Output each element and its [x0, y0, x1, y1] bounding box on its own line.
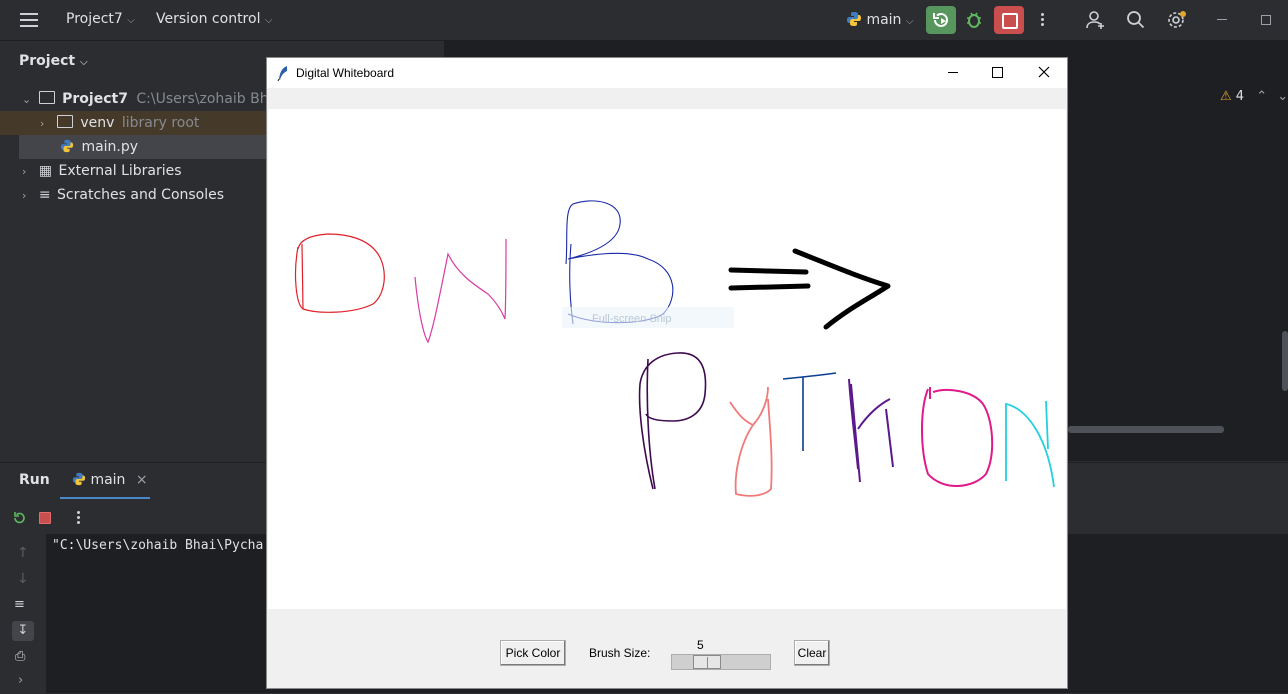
chevron-right-icon: ›	[22, 165, 27, 178]
hamburger-menu-icon[interactable]	[20, 12, 38, 28]
project-name: Project7	[66, 11, 123, 27]
stroke-pink-w	[414, 238, 507, 344]
horizontal-scrollbar[interactable]	[1068, 426, 1224, 433]
chevron-right-icon[interactable]: ›	[18, 673, 23, 688]
brush-size-label: Brush Size:	[589, 646, 651, 660]
chevron-down-icon: ⌄	[22, 93, 32, 106]
close-icon[interactable]	[1038, 66, 1050, 78]
snip-overlay-text: Full-screen Snip	[592, 313, 671, 325]
canvas-strokes: Full-screen Snip	[294, 200, 1055, 497]
stroke-magenta-o	[921, 387, 994, 487]
stop-icon	[1002, 13, 1018, 29]
debug-bug-icon[interactable]	[964, 10, 984, 30]
minimize-icon[interactable]	[948, 72, 958, 73]
arrow-down-icon[interactable]: ↓	[17, 571, 29, 587]
chevron-down-icon: ⌵	[79, 57, 88, 68]
scratches-icon: ≡	[38, 187, 51, 203]
more-vertical-icon[interactable]	[77, 511, 81, 525]
run-config-tab[interactable]: main ×	[60, 463, 150, 499]
chevron-down-icon: ⌵	[905, 16, 914, 27]
soft-wrap-icon[interactable]: ≡	[14, 597, 25, 612]
stroke-purple-p	[638, 352, 707, 490]
feather-icon	[277, 66, 287, 81]
vcs-menu[interactable]: Version control ⌵	[156, 11, 273, 27]
chevron-down-icon: ⌵	[127, 15, 135, 26]
scroll-end-icon[interactable]: ↧	[12, 621, 34, 641]
stop-button[interactable]	[994, 6, 1024, 34]
arrow-up-icon[interactable]: ↑	[17, 545, 29, 561]
vertical-scrollbar[interactable]	[1282, 331, 1288, 391]
brush-size-slider-thumb[interactable]	[693, 655, 721, 669]
stroke-red-o	[294, 233, 385, 313]
stroke-blue-t	[782, 372, 837, 451]
restore-icon[interactable]	[1261, 15, 1271, 25]
rerun-icon	[933, 12, 948, 27]
warning-indicator[interactable]: ⚠ 4 ⌃ ⌄	[1220, 89, 1288, 104]
library-icon: ▦	[38, 163, 53, 179]
close-icon[interactable]: ×	[136, 472, 148, 488]
python-icon	[72, 472, 86, 486]
folder-icon	[56, 115, 73, 128]
search-icon[interactable]	[1126, 10, 1146, 30]
clear-button[interactable]: Clear	[794, 640, 830, 666]
print-icon[interactable]: ⎙	[15, 649, 25, 664]
run-panel-title: Run	[19, 472, 50, 488]
chevron-down-icon: ⌵	[264, 15, 273, 26]
whiteboard-title-bar[interactable]: Digital Whiteboard	[267, 58, 1067, 88]
ide-toolbar: Project7 ⌵ Version control ⌵ main ⌵	[0, 0, 1288, 41]
chevron-right-icon: ›	[40, 117, 45, 130]
chevron-down-icon[interactable]: ⌄	[1277, 89, 1288, 104]
folder-icon	[38, 91, 55, 104]
whiteboard-title: Digital Whiteboard	[296, 66, 395, 80]
chevron-up-icon[interactable]: ⌃	[1256, 89, 1267, 104]
run-config-selector[interactable]: main ⌵	[846, 11, 913, 28]
pick-color-button[interactable]: Pick Color	[500, 640, 566, 666]
stroke-salmon-y	[729, 386, 773, 497]
brush-size-slider[interactable]	[671, 654, 771, 670]
more-vertical-icon[interactable]	[1040, 12, 1046, 28]
whiteboard-window: Digital Whiteboard Full-screen Snip Pick…	[267, 58, 1067, 688]
settings-gear-icon[interactable]	[1166, 9, 1188, 31]
venv-note: library root	[121, 115, 200, 131]
minimize-icon[interactable]	[1217, 19, 1227, 20]
console-line: "C:\Users\zohaib Bhai\Pycha	[52, 538, 264, 553]
main-file-name: main.py	[81, 139, 139, 155]
external-libraries-label: External Libraries	[58, 163, 182, 179]
stroke-black-arrow	[728, 248, 891, 330]
stroke-cyan-n	[1005, 400, 1055, 488]
rerun-icon[interactable]	[11, 510, 27, 526]
warning-count: 4	[1235, 89, 1245, 104]
project-panel-header[interactable]: Project ⌵	[19, 53, 88, 69]
stroke-violet-h	[848, 378, 894, 483]
python-icon	[847, 12, 861, 26]
drawing-canvas[interactable]: Full-screen Snip	[268, 109, 1066, 609]
add-user-icon[interactable]	[1086, 10, 1106, 30]
chevron-right-icon: ›	[22, 189, 27, 202]
scratches-label: Scratches and Consoles	[57, 187, 225, 203]
venv-folder-name: venv	[80, 115, 115, 131]
brush-size-value: 5	[697, 638, 704, 652]
stop-icon[interactable]	[39, 512, 51, 524]
vcs-label: Version control	[156, 11, 261, 27]
maximize-icon[interactable]	[992, 67, 1003, 78]
root-folder-name: Project7	[62, 91, 128, 107]
python-icon	[60, 139, 74, 153]
warning-icon: ⚠	[1220, 89, 1232, 104]
rerun-button[interactable]	[926, 6, 956, 34]
project-panel-title: Project	[19, 53, 76, 69]
run-config-tab-label: main	[90, 472, 126, 488]
stroke-navy-b	[565, 200, 674, 325]
project-switcher[interactable]: Project7 ⌵	[66, 11, 135, 27]
branch-label: main	[866, 12, 902, 28]
